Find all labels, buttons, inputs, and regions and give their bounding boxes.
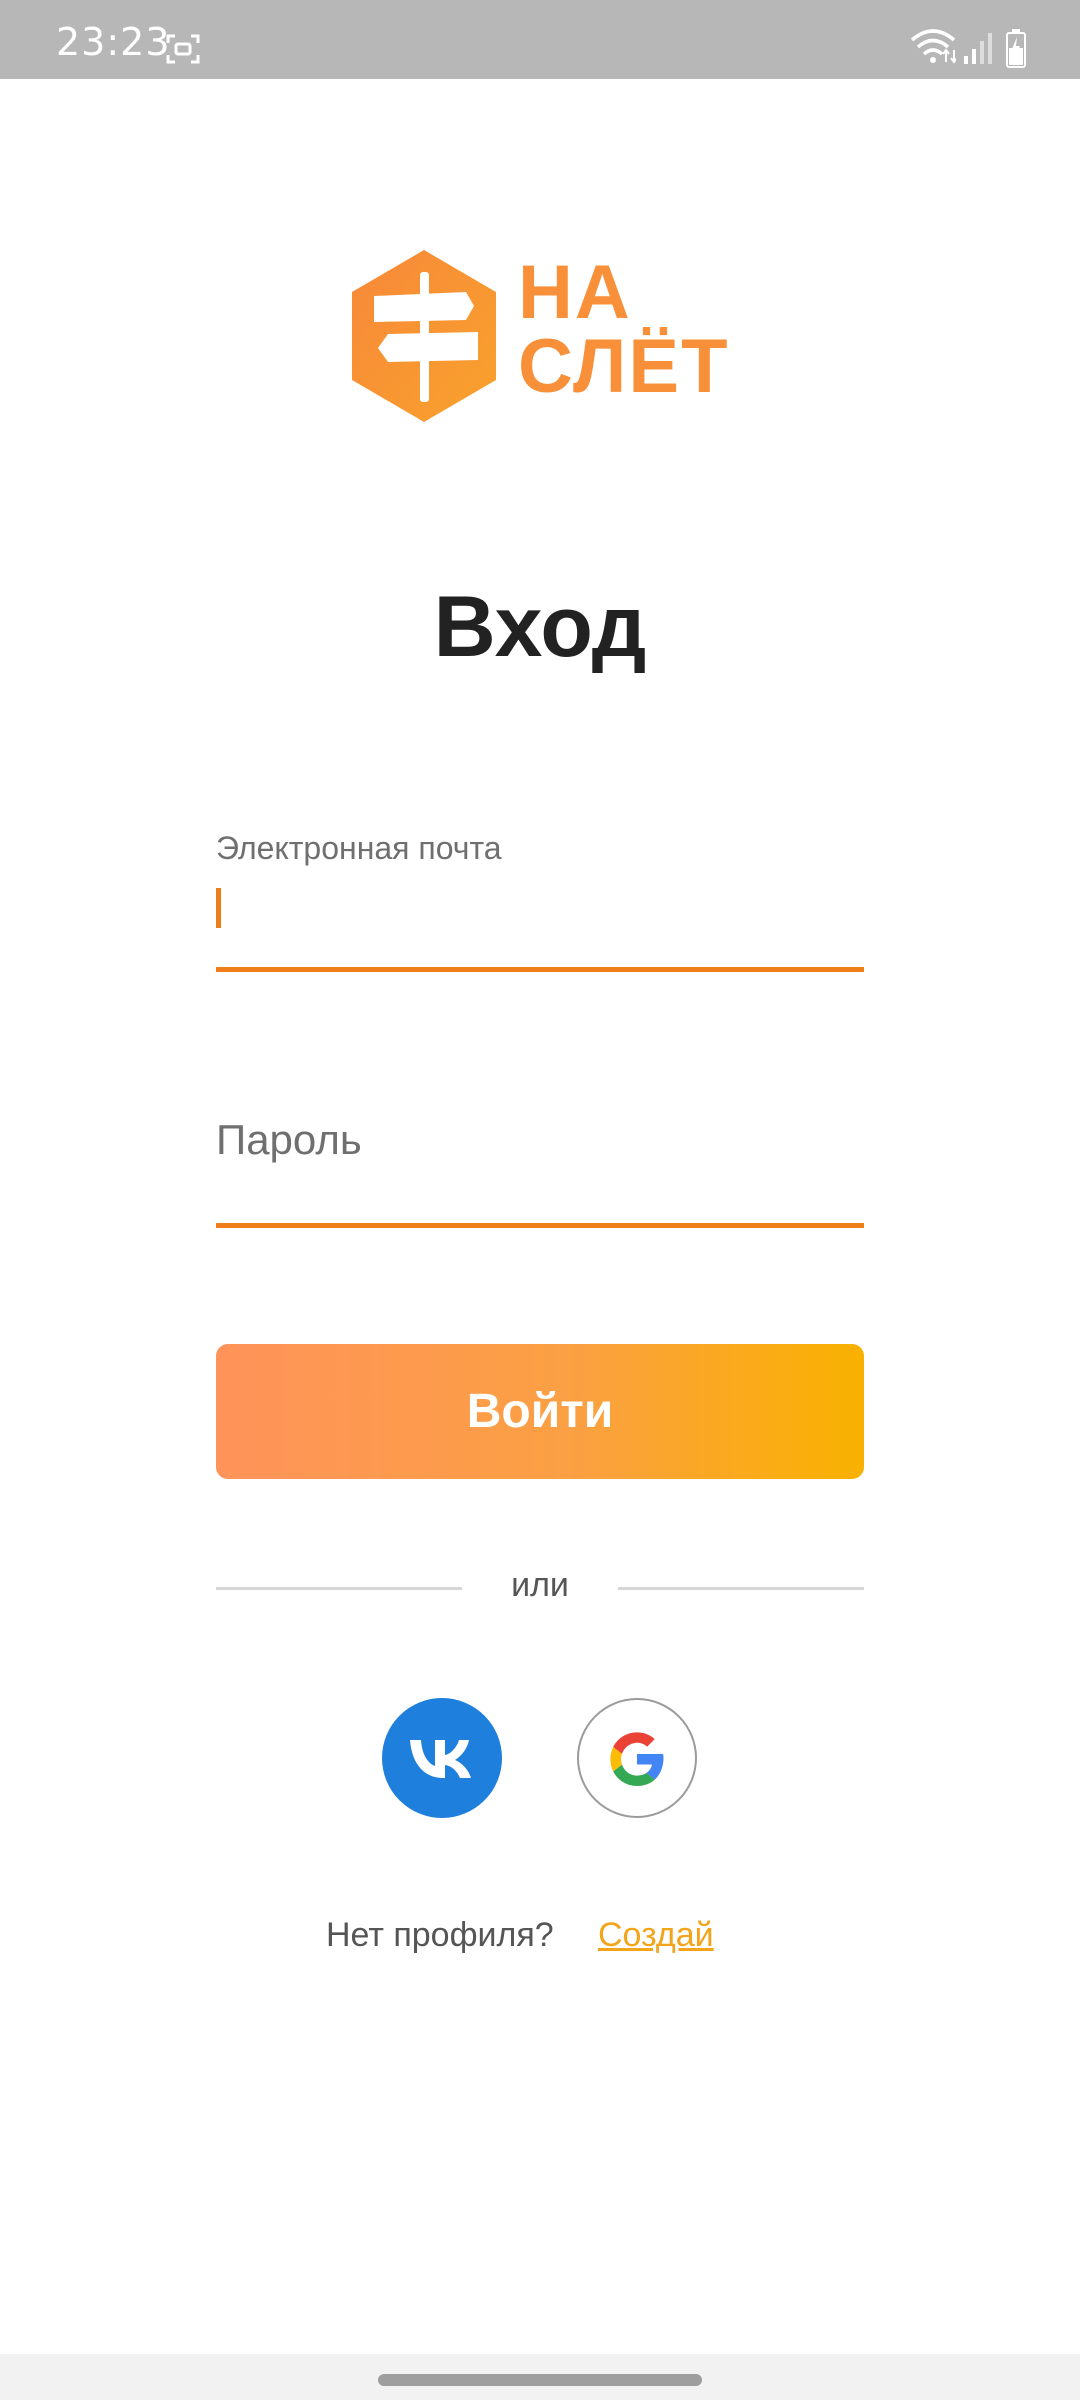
divider-text: или [511,1566,569,1604]
wifi-icon [910,29,956,64]
divider-line-left [216,1587,462,1590]
home-gesture-handle[interactable] [378,2374,702,2386]
divider-line-right [618,1587,864,1590]
signal-icon [964,33,992,64]
no-profile-text: Нет профиля? [326,1916,554,1954]
status-time: 23:23 [56,20,171,64]
logo-line-1: НА [518,250,632,335]
vk-icon [410,1740,471,1778]
logo-line-2: СЛЁТ [518,324,730,409]
google-login-button[interactable] [577,1698,697,1818]
google-icon [610,1732,664,1786]
password-field-placeholder: Пароль [216,1116,362,1163]
text-cursor [216,888,221,928]
password-field-underline [216,1223,864,1228]
email-field-underline [216,967,864,972]
vk-login-button[interactable] [382,1698,502,1818]
battery-icon [1006,29,1026,68]
screenshot-icon [166,34,200,64]
email-field-label: Электронная почта [216,830,502,866]
password-field[interactable]: Пароль [216,1100,864,1228]
create-account-link[interactable]: Создай [598,1916,714,1955]
email-field[interactable]: Электронная почта [216,830,864,972]
page-title: Вход [433,579,647,675]
navigation-bar [0,2354,1080,2400]
login-button[interactable]: Войти [216,1344,864,1479]
status-bar: 23:23 [0,0,1080,79]
signpost-icon [352,250,496,422]
app-logo: НА СЛЁТ [348,248,740,424]
logo-wordmark: НА СЛЁТ [518,250,730,409]
